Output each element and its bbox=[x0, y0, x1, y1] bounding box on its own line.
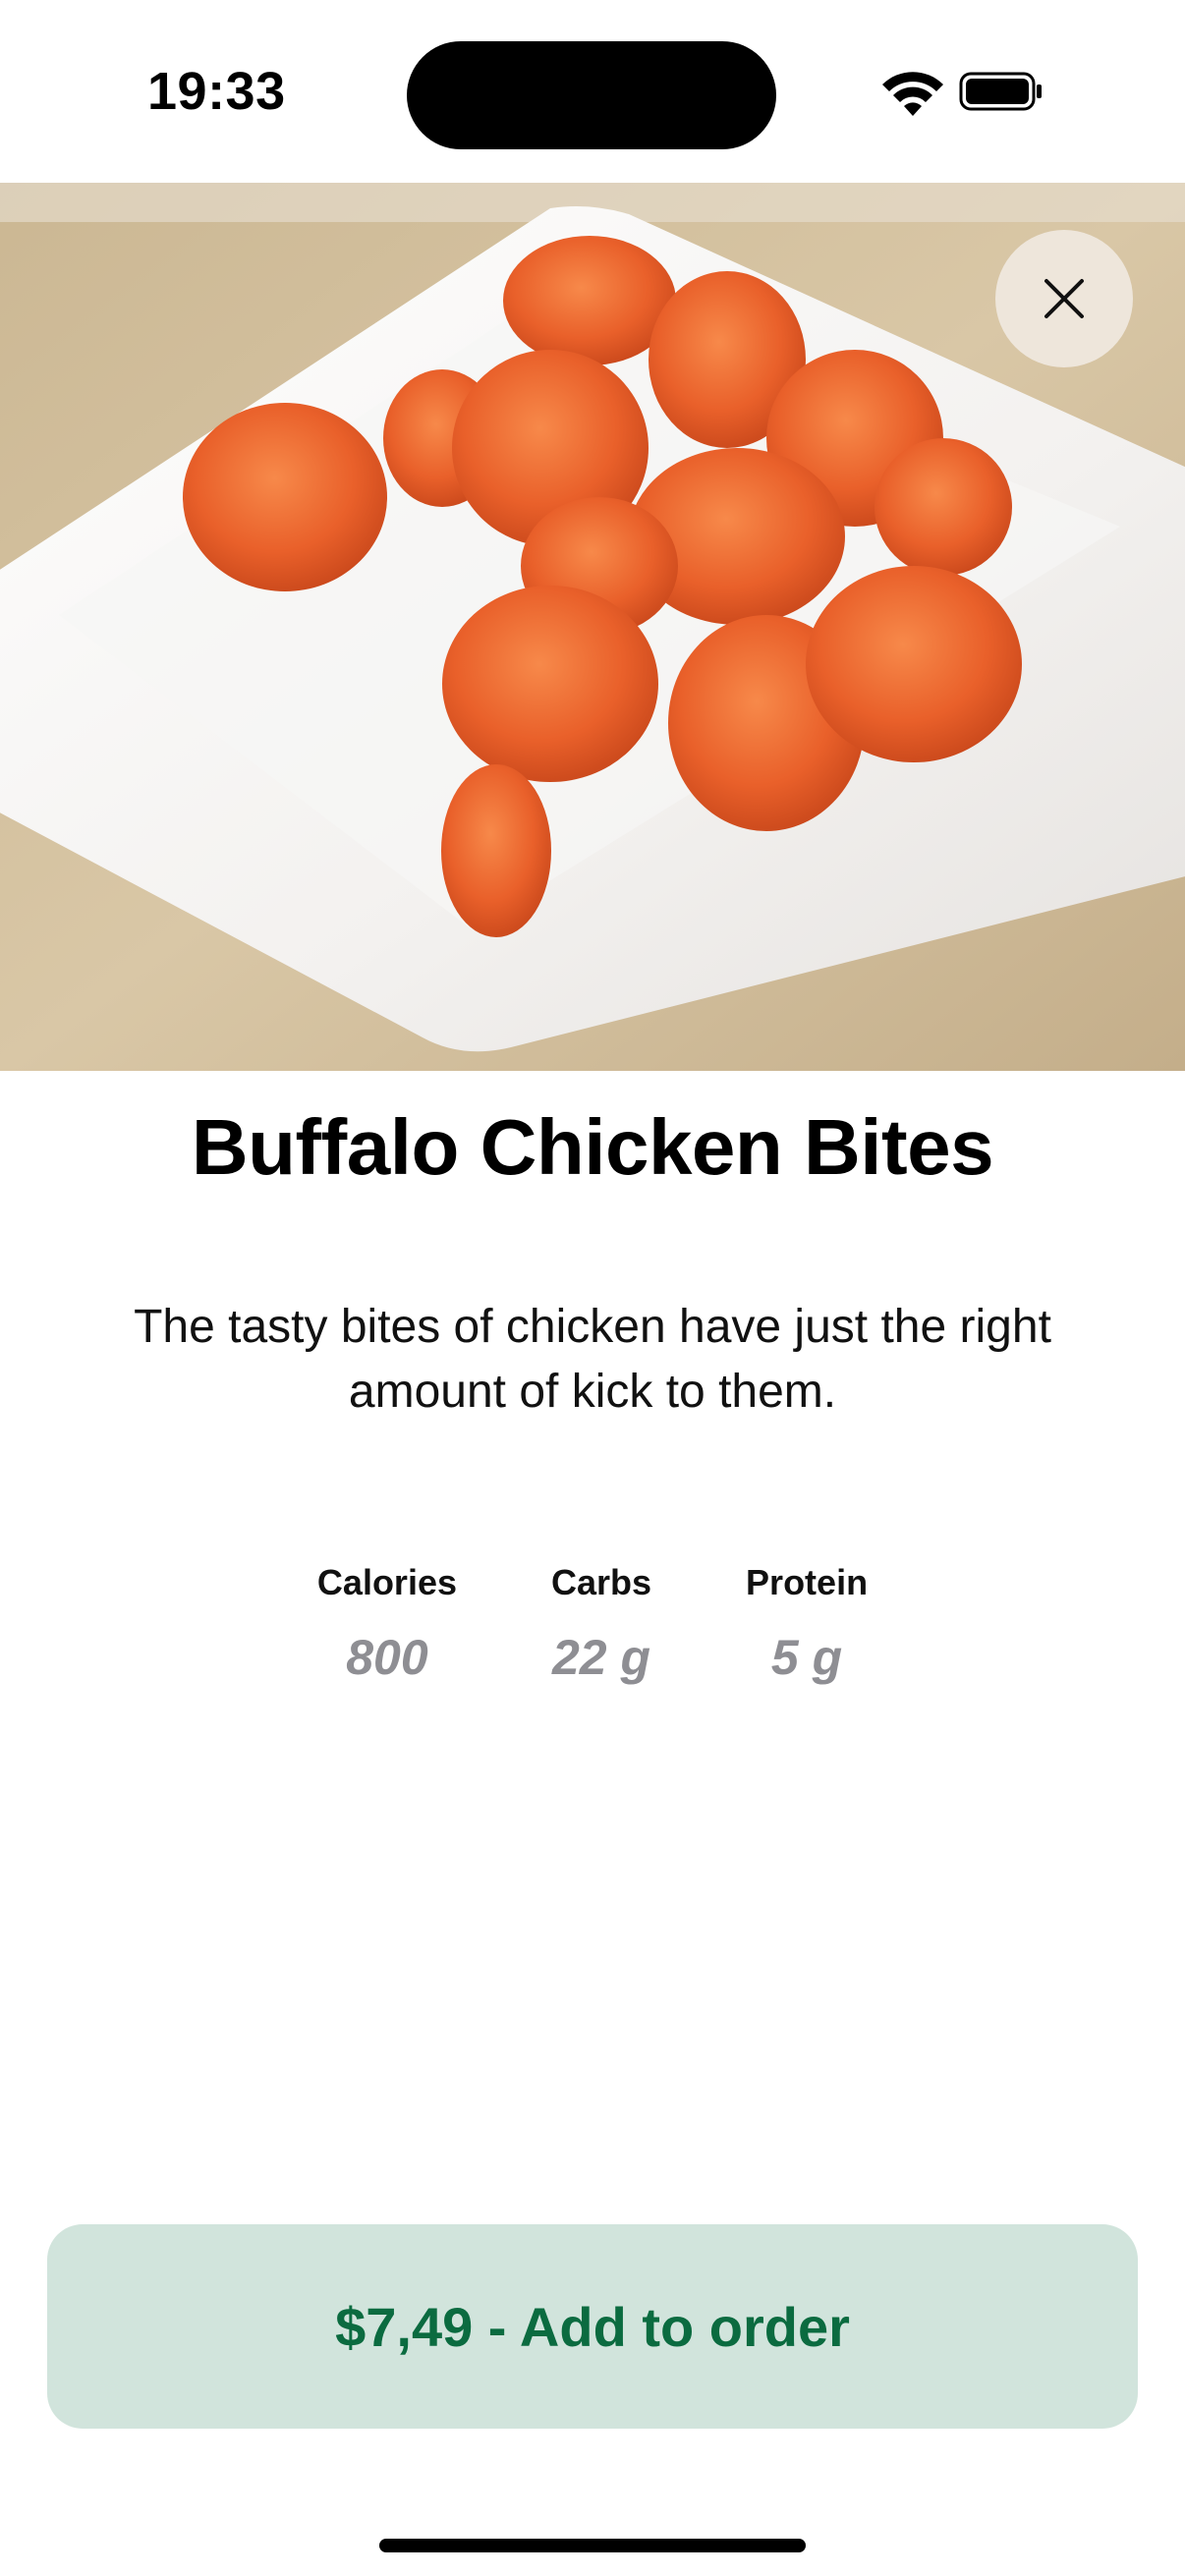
nutrient-protein: Protein 5 g bbox=[746, 1562, 868, 1686]
product-title: Buffalo Chicken Bites bbox=[191, 1103, 994, 1191]
home-indicator[interactable] bbox=[379, 2539, 806, 2552]
nutrient-value: 5 g bbox=[770, 1630, 843, 1685]
nutrition-facts: Calories 800 Carbs 22 g Protein 5 g bbox=[0, 1562, 1185, 1686]
nutrient-value: 22 g bbox=[551, 1630, 651, 1685]
product-description: The tasty bites of chicken have just the… bbox=[134, 1301, 1051, 1418]
close-icon bbox=[1044, 279, 1084, 318]
dynamic-island bbox=[407, 41, 776, 149]
nutrient-value: 800 bbox=[346, 1630, 428, 1685]
close-button[interactable] bbox=[995, 230, 1133, 367]
nutrient-carbs: Carbs 22 g bbox=[551, 1562, 651, 1686]
status-bar: 19:33 bbox=[0, 0, 1185, 183]
nutrient-label: Calories bbox=[316, 1562, 457, 1602]
nutrient-calories: Calories 800 bbox=[317, 1562, 457, 1686]
nutrient-label: Carbs bbox=[551, 1562, 652, 1602]
nutrient-label: Protein bbox=[746, 1562, 869, 1602]
battery-icon bbox=[959, 72, 1042, 111]
wifi-icon bbox=[882, 72, 943, 116]
status-time: 19:33 bbox=[147, 62, 286, 121]
add-to-order-label: $7,49 - Add to order bbox=[335, 2295, 850, 2358]
add-to-order-button[interactable]: $7,49 - Add to order bbox=[47, 2224, 1138, 2429]
